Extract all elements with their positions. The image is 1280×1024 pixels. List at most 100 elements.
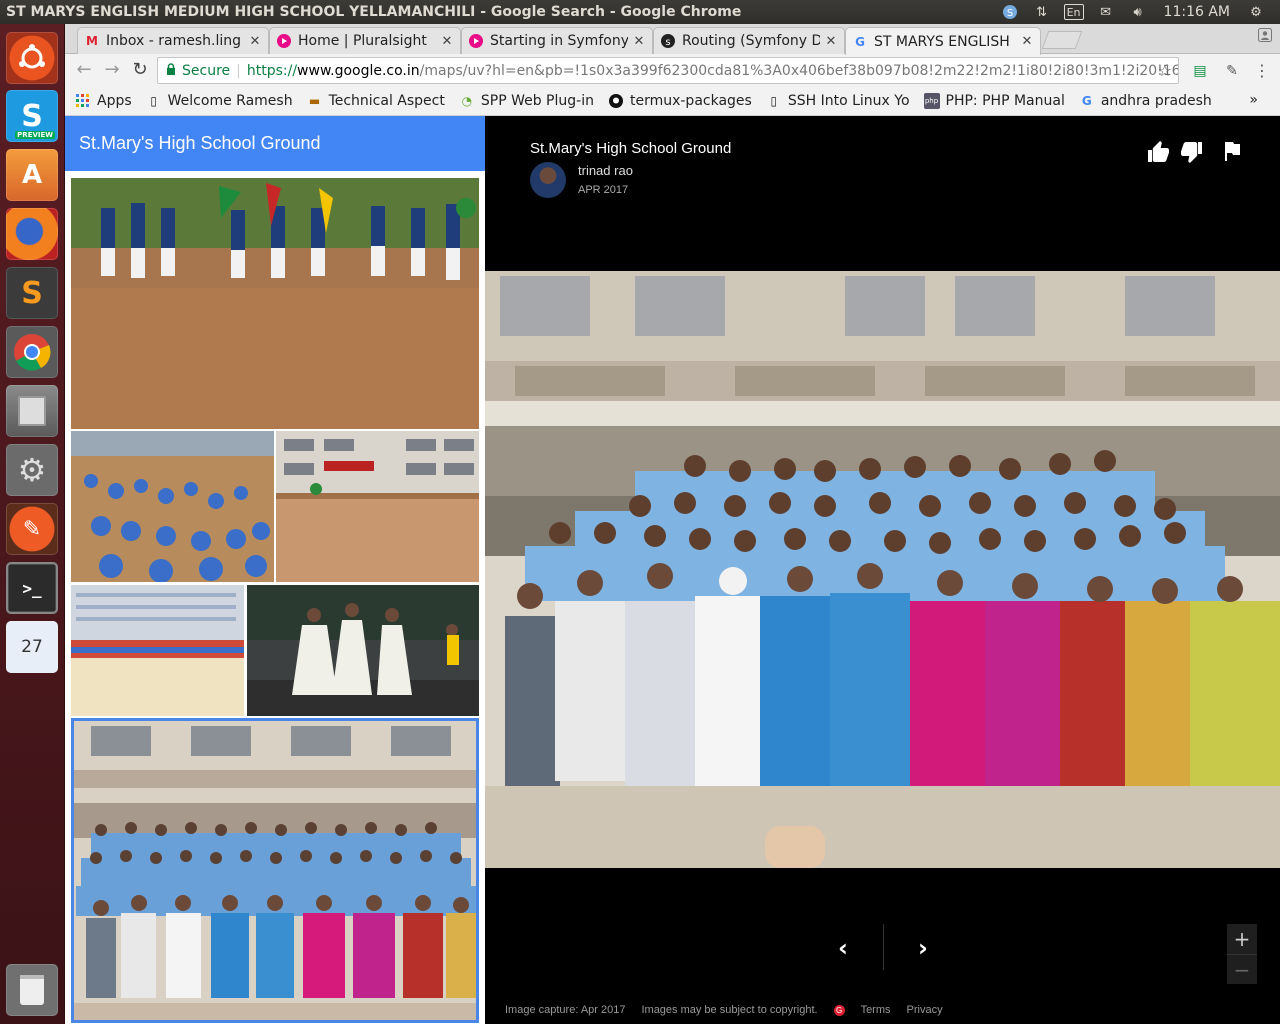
bookmark-label: Welcome Ramesh	[167, 92, 293, 109]
thumbnail-school-courtyard[interactable]	[276, 431, 479, 582]
chrome-menu-icon[interactable]: ⋮	[1252, 61, 1272, 81]
photo-panel: St.Mary's High School Ground	[65, 116, 485, 1024]
calendar-icon[interactable]: 27	[6, 621, 58, 673]
pluralsight-icon	[276, 33, 292, 49]
thumbnail-parade-ground[interactable]	[71, 178, 479, 429]
close-icon[interactable]: ✕	[824, 34, 838, 49]
skype-indicator-icon[interactable]: S	[1000, 3, 1020, 21]
trash-icon[interactable]	[6, 964, 58, 1016]
system-top-bar: ST MARYS ENGLISH MEDIUM HIGH SCHOOL YELL…	[0, 0, 1280, 24]
bookmark-star-icon[interactable]: ☆	[1158, 61, 1172, 80]
tab-pluralsight-home[interactable]: Home | Pluralsight ✕	[269, 27, 461, 54]
thumbnail-group-photo[interactable]	[71, 718, 479, 1023]
tab-routing-symfony[interactable]: s Routing (Symfony D ✕	[653, 27, 845, 54]
keyboard-layout-indicator[interactable]: En	[1063, 4, 1084, 20]
power-gear-icon[interactable]: ⚙	[1246, 3, 1266, 21]
previous-photo-button[interactable]: ‹	[829, 934, 857, 962]
bookmark-label: PHP: PHP Manual	[945, 92, 1065, 109]
main-photo-group-picture[interactable]	[485, 271, 1280, 868]
ubuntu-icon[interactable]	[6, 32, 58, 84]
network-transfer-icon[interactable]: ⇅	[1032, 3, 1052, 21]
next-photo-button[interactable]: ›	[909, 934, 937, 962]
window-title: ST MARYS ENGLISH MEDIUM HIGH SCHOOL YELL…	[6, 4, 742, 20]
firefox-icon[interactable]	[6, 208, 58, 260]
profile-icon[interactable]	[1258, 28, 1272, 46]
bookmark-label: termux-packages	[629, 92, 752, 109]
thumbnail-students-seated[interactable]	[71, 431, 274, 582]
back-arrow-icon[interactable]: ←	[73, 59, 95, 81]
bookmark-php[interactable]: php PHP: PHP Manual	[923, 92, 1065, 109]
sublime-icon[interactable]: S	[6, 267, 58, 319]
settings-icon[interactable]: ⚙	[6, 444, 58, 496]
github-icon	[608, 93, 624, 109]
zoom-in-button[interactable]: +	[1227, 924, 1257, 954]
shopping-bag-icon[interactable]: A	[6, 149, 58, 201]
pluralsight-icon	[468, 33, 484, 49]
flag-icon[interactable]	[1219, 140, 1245, 166]
thumbnail-dance-performance[interactable]	[247, 585, 479, 716]
secure-label: Secure	[182, 62, 231, 79]
postman-icon[interactable]: ✎	[6, 503, 58, 555]
calendar-day: 27	[21, 637, 43, 657]
url-scheme: https://	[246, 62, 298, 79]
divider	[883, 924, 884, 970]
bookmark-ssh[interactable]: ▯ SSH Into Linux Yo	[766, 93, 910, 109]
svg-text:S: S	[1006, 8, 1012, 19]
volume-icon[interactable]: 🔊︎	[1128, 3, 1148, 21]
file-cabinet-icon[interactable]	[6, 385, 58, 437]
bookmark-termux[interactable]: termux-packages	[608, 93, 752, 109]
svg-text:s: s	[665, 37, 670, 48]
tab-label: Starting in Symfony	[490, 33, 628, 49]
thumbs-up-icon[interactable]	[1145, 140, 1171, 166]
bookmark-technical[interactable]: ▬ Technical Aspect	[307, 93, 445, 109]
zoom-controls: + −	[1227, 924, 1257, 984]
clock[interactable]: 11:16 AM	[1160, 4, 1234, 20]
terms-link[interactable]: Terms	[861, 1004, 891, 1016]
page-icon: ▯	[770, 93, 778, 108]
tab-inbox[interactable]: M Inbox - ramesh.ling ✕	[77, 27, 269, 54]
url-path: /maps/uv?hl=en&pb=!1s0x3a399f62300cda81%…	[419, 62, 1179, 79]
bookmark-spp[interactable]: ◔ SPP Web Plug-in	[459, 93, 594, 109]
google-icon: G	[1081, 93, 1092, 108]
privacy-link[interactable]: Privacy	[907, 1004, 943, 1016]
symfony-icon: s	[660, 33, 676, 49]
terminal-icon[interactable]: >_	[6, 562, 58, 614]
close-icon[interactable]: ✕	[1020, 34, 1034, 49]
close-icon[interactable]: ✕	[440, 34, 454, 49]
lock-icon	[166, 62, 176, 79]
viewer-footer: Image capture: Apr 2017 Images may be su…	[505, 1004, 943, 1016]
zoom-out-button[interactable]: −	[1227, 954, 1257, 984]
tab-st-marys[interactable]: G ST MARYS ENGLISH ✕	[845, 27, 1041, 55]
bookmark-label: Technical Aspect	[328, 92, 445, 109]
bookmark-welcome[interactable]: ▯ Welcome Ramesh	[146, 92, 293, 109]
tab-label: ST MARYS ENGLISH	[874, 33, 1010, 50]
skype-icon[interactable]: S PREVIEW	[6, 90, 58, 142]
thumbs-down-icon[interactable]	[1179, 140, 1205, 166]
image-capture-date: Image capture: Apr 2017	[505, 1004, 626, 1016]
extension-sheets-icon[interactable]: ▤	[1190, 61, 1210, 81]
close-icon[interactable]: ✕	[632, 34, 646, 49]
bookmark-label: Apps	[97, 92, 132, 109]
apps-grid-icon	[75, 93, 91, 109]
tab-strip: M Inbox - ramesh.ling ✕ Home | Pluralsig…	[65, 24, 1280, 55]
chrome-icon[interactable]	[6, 326, 58, 378]
thumbnail-assembly[interactable]	[71, 585, 244, 716]
extension-dropper-icon[interactable]: ✎	[1222, 61, 1242, 81]
bookmark-apps[interactable]: Apps	[75, 93, 132, 109]
photo-author[interactable]: trinad rao	[578, 163, 633, 178]
tab-starting-symfony[interactable]: Starting in Symfony ✕	[461, 27, 653, 54]
tab-label: Inbox - ramesh.ling	[106, 33, 242, 49]
url-host: www.google.co.in	[297, 62, 420, 79]
address-bar[interactable]: Secure | https://www.google.co.in/maps/u…	[157, 57, 1179, 84]
photo-date: APR 2017	[578, 184, 629, 196]
photo-viewer: St.Mary's High School Ground trinad rao …	[485, 116, 1280, 1024]
avatar[interactable]	[530, 162, 566, 198]
bookmark-andhra[interactable]: G andhra pradesh	[1079, 93, 1212, 109]
viewer-title: St.Mary's High School Ground	[530, 140, 732, 157]
new-tab-button[interactable]	[1041, 31, 1083, 49]
close-icon[interactable]: ✕	[248, 34, 262, 49]
mail-icon[interactable]: ✉	[1096, 3, 1116, 21]
bookmarks-overflow-chevron-icon[interactable]: »	[1249, 92, 1258, 108]
reload-icon[interactable]: ↻	[129, 59, 151, 81]
forward-arrow-icon[interactable]: →	[101, 59, 123, 81]
